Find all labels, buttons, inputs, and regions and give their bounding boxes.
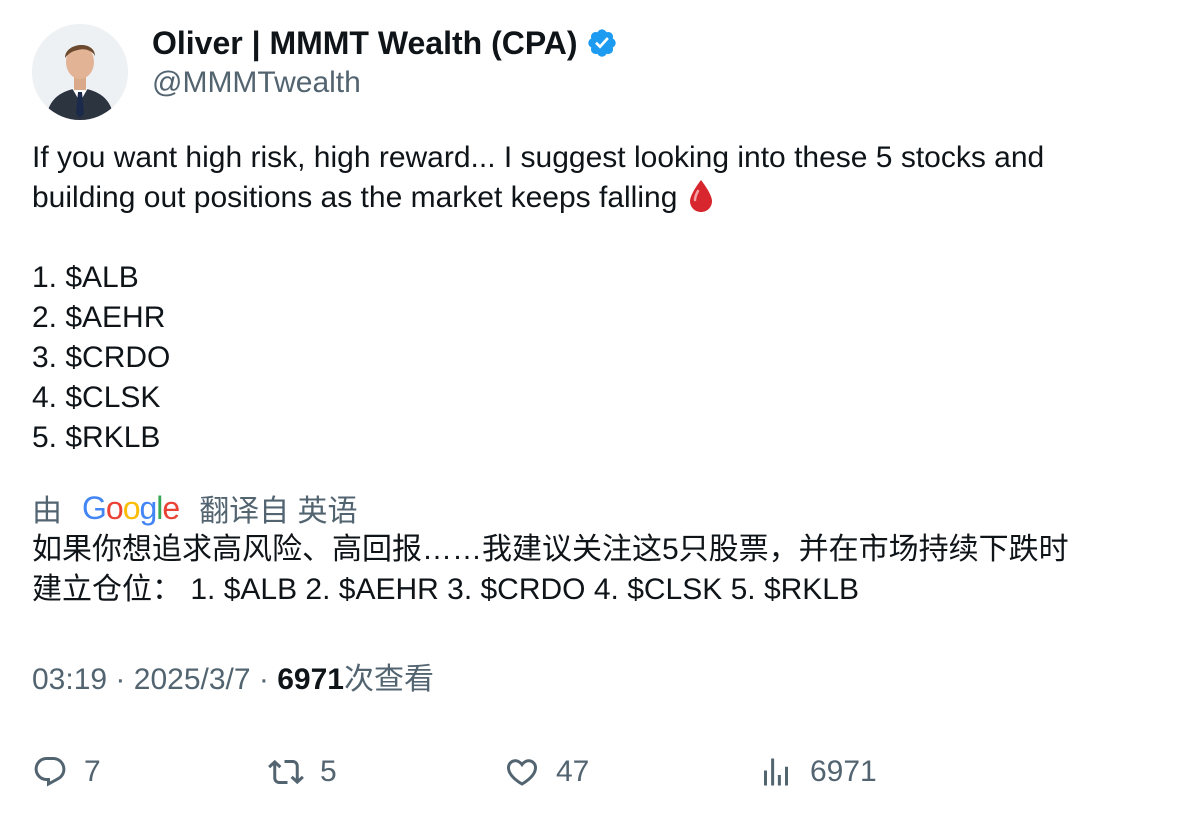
tweet-date[interactable]: 2025/3/7 (134, 663, 251, 696)
views-count: 6971 (277, 663, 344, 696)
reply-count: 7 (84, 755, 101, 788)
avatar[interactable] (32, 24, 128, 120)
google-logo-letter: o (122, 490, 141, 526)
stock-item: 4. $CLSK (32, 381, 161, 414)
like-count: 47 (556, 755, 590, 788)
tweet-text: If you want high risk, high reward... I … (32, 138, 1162, 458)
tweet-meta: 03:19 · 2025/3/7 · 6971次查看 (32, 660, 1162, 700)
translated-text-line: 如果你想追求高风险、高回报……我建议关注这5只股票，并在市场持续下跌时 (32, 533, 1069, 566)
tweet-text-line: If you want high risk, high reward... I … (32, 141, 1045, 174)
verified-badge-icon (586, 27, 618, 59)
stock-item: 3. $CRDO (32, 341, 171, 374)
tweet-text-fragment: building out positions as the market kee… (32, 181, 678, 214)
tweet-time[interactable]: 03:19 (32, 663, 107, 696)
views-button[interactable]: 6971 (758, 750, 877, 794)
meta-separator: · (258, 663, 269, 696)
views-label: 次查看 (343, 663, 434, 696)
tweet-actions: 7 5 47 6971 (32, 750, 1162, 794)
display-name[interactable]: Oliver | MMMT Wealth (CPA) (152, 24, 578, 62)
tweet-header: Oliver | MMMT Wealth (CPA) @MMMTwealth (32, 24, 1162, 120)
tweet: Oliver | MMMT Wealth (CPA) @MMMTwealth I… (32, 24, 1162, 700)
stock-item: 1. $ALB (32, 261, 139, 294)
google-logo-letter: g (139, 490, 157, 526)
translation-attribution[interactable]: 由 Google 翻译自 英语 (32, 488, 1162, 528)
translated-text-line: 建立仓位： 1. $ALB 2. $AEHR 3. $CRDO 4. $CLSK… (32, 573, 859, 606)
reply-icon (34, 757, 66, 787)
bar-chart-icon (764, 758, 788, 786)
like-button[interactable]: 47 (504, 750, 589, 794)
views-action-count: 6971 (810, 755, 877, 788)
author-names: Oliver | MMMT Wealth (CPA) @MMMTwealth (152, 24, 618, 102)
drop-of-blood-icon (687, 179, 715, 213)
heart-icon (506, 759, 538, 786)
translation-source-language: 翻译自 英语 (199, 495, 358, 528)
stock-item: 5. $RKLB (32, 421, 161, 454)
author-handle[interactable]: @MMMTwealth (152, 64, 618, 102)
retweet-button[interactable]: 5 (268, 750, 337, 794)
google-logo-letter: e (162, 490, 180, 526)
translation-prefix: 由 (32, 495, 62, 528)
tweet-text-line: building out positions as the market kee… (32, 178, 1162, 218)
retweet-icon (268, 759, 304, 785)
display-name-row: Oliver | MMMT Wealth (CPA) (152, 24, 618, 62)
retweet-count: 5 (320, 755, 337, 788)
meta-separator: · (115, 663, 126, 696)
avatar-image (32, 24, 128, 120)
stock-item: 2. $AEHR (32, 301, 166, 334)
translated-text: 如果你想追求高风险、高回报……我建议关注这5只股票，并在市场持续下跌时 建立仓位… (32, 530, 1162, 610)
reply-button[interactable]: 7 (32, 750, 101, 794)
google-logo: Google (82, 488, 180, 528)
google-logo-letter: o (105, 490, 124, 526)
google-logo-letter: G (82, 490, 107, 526)
